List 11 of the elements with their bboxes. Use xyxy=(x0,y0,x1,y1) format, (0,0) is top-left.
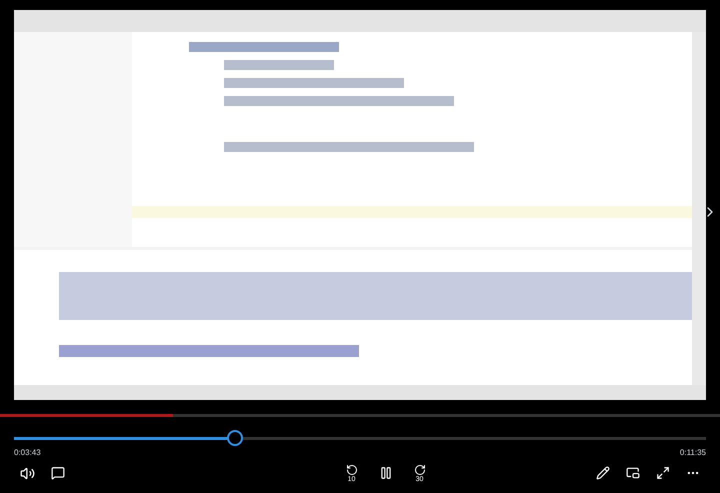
forward-icon xyxy=(414,464,426,476)
pause-icon[interactable] xyxy=(378,466,392,480)
rewind-icon xyxy=(346,464,358,476)
mini-view-icon[interactable] xyxy=(626,466,640,480)
volume-icon[interactable] xyxy=(20,466,35,480)
captions-icon[interactable] xyxy=(51,466,65,480)
seek-thumb[interactable] xyxy=(227,430,244,446)
fullscreen-icon[interactable] xyxy=(656,466,670,480)
total-time: 0:11:35 xyxy=(680,447,706,459)
elapsed-time: 0:03:43 xyxy=(14,447,41,459)
pencil-icon[interactable] xyxy=(596,466,610,480)
